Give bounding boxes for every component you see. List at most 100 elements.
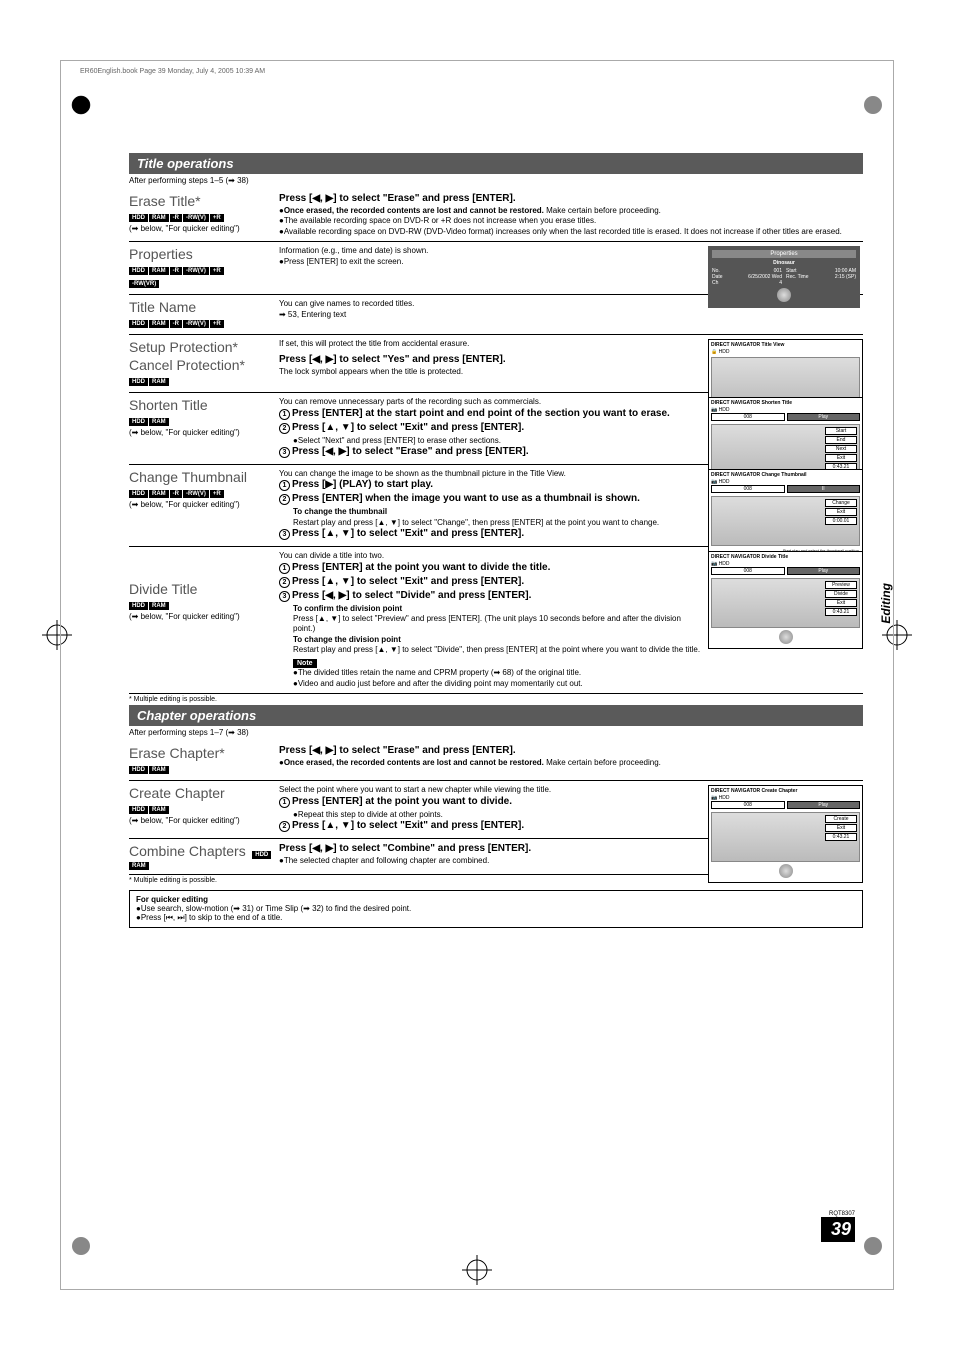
row-properties: Properties HDDRAM-R-RW(V)+R -RW(VR) Info… [129, 242, 863, 295]
instr-combine: Press [◀, ▶] to select "Combine" and pre… [279, 843, 863, 854]
value: 4 [779, 280, 782, 286]
note-text: ●Video and audio just before and after t… [279, 679, 863, 689]
feature-combine-chapters: Combine Chapters [129, 843, 246, 859]
osd-play-label: Play [787, 413, 861, 421]
row-erase-chapter: Erase Chapter* HDDRAM Press [◀, ▶] to se… [129, 741, 863, 781]
row-title-name: Title Name HDDRAM-R-RW(V)+R You can give… [129, 295, 863, 335]
tag-ram: RAM [149, 214, 169, 222]
osd-btn-preview: Preview [825, 581, 857, 589]
tag-hdd: HDD [252, 851, 271, 859]
osd-hdd-label: HDD [719, 349, 730, 355]
tag-hdd: HDD [129, 267, 148, 275]
osd-btn-divide: Divide [825, 590, 857, 598]
osd-btn-exit: Exit [825, 824, 857, 832]
osd-time: 0:00.01 [825, 517, 857, 525]
row-divide-title: Divide Title HDDRAM (➡ below, "For quick… [129, 547, 863, 694]
disc-tags: HDDRAM-R-RW(V)+R [129, 211, 273, 222]
subnote: (➡ below, "For quicker editing") [129, 500, 273, 509]
row-create-chapter: Create Chapter HDDRAM (➡ below, "For qui… [129, 781, 863, 839]
osd-title: DIRECT NAVIGATOR Divide Title [711, 554, 860, 560]
osd-time: 0:43.21 [825, 608, 857, 616]
feature-cancel-protection: Cancel Protection* [129, 357, 273, 373]
tag-rwv: -RW(V) [183, 490, 209, 498]
row-shorten-title: Shorten Title HDDRAM (➡ below, "For quic… [129, 393, 863, 465]
osd-thumb-num: 008 [711, 567, 785, 575]
feature-create-chapter: Create Chapter [129, 785, 273, 801]
subnote: (➡ below, "For quicker editing") [129, 428, 273, 437]
osd-play-label: Play [787, 567, 861, 575]
body-text: ●Once erased, the recorded contents are … [279, 758, 863, 768]
subnote: (➡ below, "For quicker editing") [129, 224, 273, 233]
note-text: ●The divided titles retain the name and … [279, 668, 863, 678]
tag-hdd: HDD [129, 490, 148, 498]
sub-heading: To change the thumbnail [279, 507, 703, 517]
tag-rwv: -RW(V) [183, 214, 209, 222]
osd-pause-label: II [787, 485, 861, 493]
step-1: 1Press [ENTER] at the point you want to … [279, 562, 703, 574]
body-text: ●The selected chapter and following chap… [279, 856, 863, 866]
osd-program-name: Dinosaur [712, 260, 856, 266]
osd-title: DIRECT NAVIGATOR Change Thumbnail [711, 472, 860, 478]
after-steps-title: After performing steps 1–5 (➡ 38) [129, 176, 863, 185]
osd-play-label: Play [787, 801, 861, 809]
tag-hdd: HDD [129, 320, 148, 328]
tag-ram: RAM [149, 418, 169, 426]
osd-title: DIRECT NAVIGATOR Create Chapter [711, 788, 860, 794]
feature-divide-title: Divide Title [129, 581, 273, 597]
tag-hdd: HDD [129, 766, 148, 774]
step-3: 3Press [◀, ▶] to select "Divide" and pre… [279, 590, 703, 602]
row-erase-title: Erase Title* HDDRAM-R-RW(V)+R (➡ below, … [129, 189, 863, 242]
body-text: ●The available recording space on DVD-R … [279, 216, 863, 226]
body-text: You can give names to recorded titles. [279, 299, 863, 309]
feature-change-thumbnail: Change Thumbnail [129, 469, 273, 485]
osd-preview: Change Exit 0:00.01 [711, 496, 860, 546]
feature-erase-chapter: Erase Chapter* [129, 745, 273, 761]
osd-btn-next: Next [825, 445, 857, 453]
body-text: You can remove unnecessary parts of the … [279, 397, 703, 407]
row-protection: Setup Protection* Cancel Protection* HDD… [129, 335, 863, 393]
body-text: ●Once erased, the recorded contents are … [279, 206, 863, 216]
tag-r: -R [170, 490, 182, 498]
step-2: 2Press [▲, ▼] to select "Exit" and press… [279, 576, 703, 588]
step-2: 2Press [▲, ▼] to select "Exit" and press… [279, 422, 703, 434]
body-text: ●Available recording space on DVD-RW (DV… [279, 227, 863, 237]
tag-hdd: HDD [129, 602, 148, 610]
osd-title: Properties [712, 250, 856, 258]
tag-r: -R [170, 320, 182, 328]
tag-ram: RAM [149, 267, 169, 275]
tag-rwv: -RW(V) [183, 320, 209, 328]
body-text: ➡ 53, Entering text [279, 310, 863, 320]
quick-editing-box: For quicker editing ●Use search, slow-mo… [129, 890, 863, 928]
body-text: You can divide a title into two. [279, 551, 703, 561]
label: Rec. Time [786, 274, 809, 280]
osd-title: DIRECT NAVIGATOR Shorten Title [711, 400, 860, 406]
osd-time: 0:43.21 [825, 833, 857, 841]
lock-icon: 🔒 [711, 349, 717, 355]
feature-erase-title: Erase Title* [129, 193, 273, 209]
body-text: ●Select "Next" and press [ENTER] to eras… [279, 436, 703, 446]
feature-title-name: Title Name [129, 299, 273, 315]
osd-thumb-num: 008 [711, 485, 785, 493]
subnote: (➡ below, "For quicker editing") [129, 816, 273, 825]
quick-line: ●Use search, slow-motion (➡ 31) or Time … [136, 904, 856, 913]
tag-plusr: +R [210, 320, 224, 328]
tag-hdd: HDD [129, 418, 148, 426]
tag-plusr: +R [210, 214, 224, 222]
tag-ram: RAM [129, 862, 149, 870]
tag-rwv: -RW(V) [183, 267, 209, 275]
quick-heading: For quicker editing [136, 895, 856, 904]
subnote: (➡ below, "For quicker editing") [129, 612, 273, 621]
row-change-thumbnail: Change Thumbnail HDDRAM-R-RW(V)+R (➡ bel… [129, 465, 863, 547]
osd-divide: DIRECT NAVIGATOR Divide Title 📷 HDD 008P… [708, 551, 863, 649]
feature-properties: Properties [129, 246, 273, 262]
tag-ram: RAM [149, 766, 169, 774]
osd-btn-start: Start [825, 427, 857, 435]
tag-ram: RAM [149, 378, 169, 386]
tag-rwvr: -RW(VR) [129, 280, 159, 288]
tag-ram: RAM [149, 806, 169, 814]
tag-r: -R [170, 214, 182, 222]
osd-btn-change: Change [825, 499, 857, 507]
osd-preview: Start End Next Exit 0:43.21 [711, 424, 860, 474]
step-3: 3Press [◀, ▶] to select "Erase" and pres… [279, 446, 703, 458]
sub-heading: To confirm the division point [279, 604, 703, 614]
